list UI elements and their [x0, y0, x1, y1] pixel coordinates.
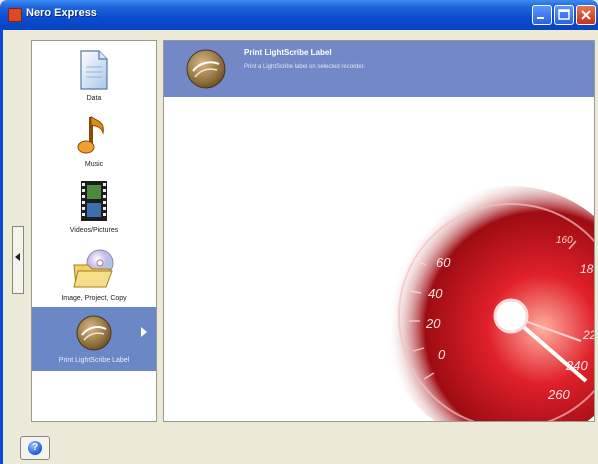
- minimize-button[interactable]: [532, 5, 552, 25]
- sidebar-item-music[interactable]: Music: [32, 107, 156, 173]
- close-icon: [581, 10, 591, 20]
- category-panel: Data Music Videos/Pictures Image, Projec…: [31, 40, 157, 422]
- title-bar[interactable]: Nero Express: [0, 0, 598, 30]
- help-button[interactable]: ?: [20, 436, 50, 460]
- sidebar-item-image-project-copy[interactable]: Image, Project, Copy: [32, 239, 156, 307]
- lightscribe-disc-icon: [186, 49, 226, 89]
- task-description: Print a LightScribe label on selected re…: [244, 64, 366, 70]
- speed-label: 60: [436, 255, 451, 270]
- speed-label: 160: [556, 235, 573, 246]
- nero-app-icon: [8, 8, 22, 22]
- sidebar-item-data[interactable]: Data: [32, 41, 156, 107]
- lightscribe-disc-icon: [76, 315, 112, 351]
- task-title: Print LightScribe Label: [244, 48, 332, 57]
- maximize-button[interactable]: [554, 5, 574, 25]
- speed-label: 18: [580, 262, 594, 276]
- speedometer-graphic: 60 40 20 0 160 18 22 240 260: [376, 181, 595, 421]
- task-panel: Print LightScribe Label Print a LightScr…: [163, 40, 595, 422]
- collapse-arrow-icon: [15, 253, 20, 261]
- music-note-icon: [77, 116, 104, 154]
- collapse-panel-handle[interactable]: [12, 226, 24, 294]
- arrow-right-icon: [141, 327, 147, 337]
- document-icon: [80, 50, 108, 90]
- film-strip-icon: [81, 181, 107, 221]
- sidebar-item-label: Data: [86, 95, 102, 102]
- window-title: Nero Express: [26, 7, 97, 19]
- sidebar-item-label: Videos/Pictures: [69, 227, 119, 234]
- sidebar-item-print-lightscribe-label[interactable]: Print LightScribe Label: [32, 307, 156, 371]
- speed-label: 240: [565, 358, 588, 373]
- folder-disc-icon: [73, 249, 114, 288]
- sidebar-item-label: Image, Project, Copy: [61, 295, 127, 302]
- sidebar-item-videos-pictures[interactable]: Videos/Pictures: [32, 173, 156, 239]
- minimize-icon: [537, 17, 544, 19]
- help-icon: ?: [28, 441, 42, 455]
- sidebar-item-label: Print LightScribe Label: [58, 357, 130, 364]
- speed-label: 260: [547, 387, 570, 402]
- maximize-icon: [558, 9, 570, 20]
- close-button[interactable]: [576, 5, 596, 25]
- speed-label: 0: [438, 347, 446, 362]
- task-row-print-lightscribe-label[interactable]: Print LightScribe Label Print a LightScr…: [164, 41, 594, 97]
- sidebar-item-label: Music: [84, 161, 104, 168]
- speed-label: 22: [582, 328, 595, 342]
